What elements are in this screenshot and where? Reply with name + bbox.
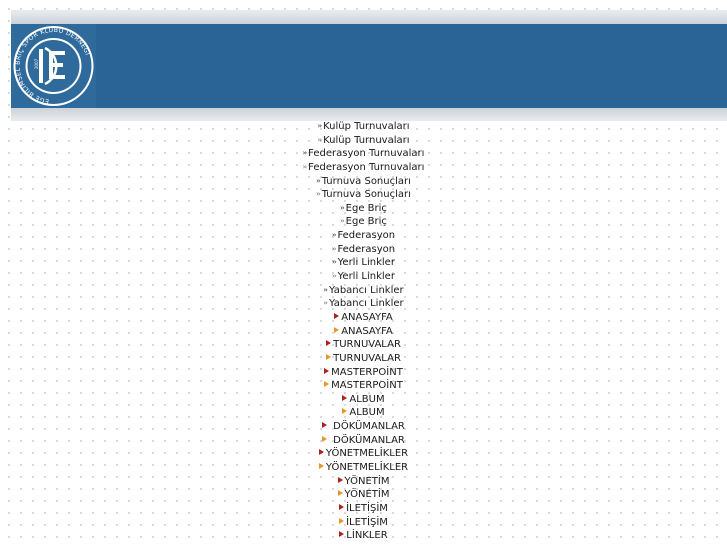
menu-item-label: LİNKLER	[346, 530, 388, 542]
menu-item-label: YÖNETİM	[344, 489, 390, 501]
red-triangle-icon	[322, 422, 328, 429]
menu-item-label: Federasyon Turnuvaları	[308, 161, 425, 173]
menu-item-label: Federasyon	[337, 243, 396, 255]
double-chevron-icon: ››	[302, 149, 308, 158]
double-chevron-icon: ››	[316, 176, 321, 185]
orange-triangle-icon	[326, 353, 332, 360]
menu-item[interactable]: ›› Kulüp Turnuvaları	[0, 120, 727, 134]
menu-item[interactable]: ›› Turnuva Sonuçları	[0, 188, 727, 202]
club-logo[interactable]: EGE BİLİMSEL BRİÇ SPOR KLUBÜ DERNEĞİ 200…	[11, 24, 96, 108]
menu-item[interactable]: LİNKLER	[0, 529, 727, 543]
double-chevron-icon: ››	[331, 244, 337, 253]
double-chevron-icon: ››	[302, 162, 308, 171]
menu-item-label: İLETİŞİM	[346, 516, 388, 528]
menu-item[interactable]: ›› Ege Briç	[0, 202, 727, 216]
orange-triangle-icon	[334, 326, 340, 333]
menu-item-label: ALBUM	[349, 393, 385, 405]
double-chevron-icon: ››	[323, 299, 328, 308]
menu-item[interactable]: YÖNETİM	[0, 475, 727, 489]
menu-item[interactable]: ›› Yerli Linkler	[0, 256, 727, 270]
menu-item-label: ANASAYFA	[341, 325, 393, 337]
menu-item[interactable]: ›› Turnuva Sonuçları	[0, 175, 727, 189]
menu-item-label: Ege Briç	[345, 202, 387, 214]
menu-item-label: Yerli Linkler	[337, 271, 395, 283]
red-triangle-icon	[318, 449, 324, 456]
double-chevron-icon: ››	[317, 122, 322, 130]
header-top-strip	[11, 10, 727, 24]
menu-item-label: Federasyon Turnuvaları	[308, 148, 425, 160]
orange-triangle-icon	[342, 408, 348, 415]
menu-item[interactable]: ›› Federasyon	[0, 229, 727, 243]
double-chevron-icon: ››	[332, 272, 337, 281]
menu-item-label: Yabancı Linkler	[328, 298, 404, 310]
menu-item-label: DÖKÜMANLAR	[333, 434, 405, 446]
menu-item[interactable]: DÖKÜMANLAR	[0, 434, 727, 448]
double-chevron-icon: ››	[332, 258, 337, 267]
orange-triangle-icon	[337, 490, 343, 497]
double-chevron-icon: ››	[317, 135, 322, 144]
menu-item-label: Ege Briç	[345, 216, 387, 228]
menu-item[interactable]: İLETİŞİM	[0, 516, 727, 530]
menu-item-label: YÖNETİM	[344, 475, 390, 487]
menu-item[interactable]: YÖNETMELİKLER	[0, 447, 727, 461]
menu-item[interactable]: ›› Ege Briç	[0, 215, 727, 229]
menu-item-label: İLETİŞİM	[346, 502, 388, 514]
menu-item[interactable]: ›› Federasyon Turnuvaları	[0, 161, 727, 175]
red-triangle-icon	[339, 531, 345, 538]
menu-item[interactable]: ›› Yabancı Linkler	[0, 297, 727, 311]
menu-item-label: ANASAYFA	[341, 311, 393, 323]
orange-triangle-icon	[324, 381, 330, 388]
menu-item[interactable]: TURNUVALAR	[0, 352, 727, 366]
menu-item[interactable]: ALBUM	[0, 406, 727, 420]
menu-item[interactable]: ›› Yabancı Linkler	[0, 284, 727, 298]
double-chevron-icon: ››	[316, 190, 321, 199]
red-triangle-icon	[326, 340, 332, 347]
menu-item[interactable]: MASTERPOİNT	[0, 366, 727, 380]
red-triangle-icon	[339, 503, 345, 510]
menu-item-label: YÖNETMELİKLER	[325, 448, 409, 460]
menu-item-label: MASTERPOİNT	[331, 380, 403, 392]
menu-item-label: MASTERPOİNT	[331, 366, 403, 378]
menu-item-label: Yabancı Linkler	[328, 284, 404, 296]
red-triangle-icon	[337, 476, 343, 483]
menu-item[interactable]: MASTERPOİNT	[0, 379, 727, 393]
menu-item[interactable]: ANASAYFA	[0, 311, 727, 325]
menu-item[interactable]: TURNUVALAR	[0, 338, 727, 352]
menu-item-label: DÖKÜMANLAR	[333, 421, 405, 433]
logo-year: 2007	[34, 58, 39, 69]
red-triangle-icon	[342, 394, 348, 401]
double-chevron-icon: ››	[331, 231, 337, 240]
orange-triangle-icon	[339, 517, 345, 524]
menu-item[interactable]: YÖNETİM	[0, 488, 727, 502]
side-menu: ›› Kulüp Turnuvaları ›› Kulüp Turnuvaları ››…	[0, 120, 727, 543]
orange-triangle-icon	[318, 463, 324, 470]
club-logo-emblem-icon: EGE BİLİMSEL BRİÇ SPOR KLUBÜ DERNEĞİ 200…	[13, 25, 94, 106]
menu-item[interactable]: İLETİŞİM	[0, 502, 727, 516]
menu-item[interactable]: DÖKÜMANLAR	[0, 420, 727, 434]
menu-item-label: Kulüp Turnuvaları	[323, 121, 410, 132]
menu-item[interactable]: ›› Federasyon	[0, 243, 727, 257]
menu-item-label: ALBUM	[349, 407, 385, 419]
double-chevron-icon: ››	[340, 203, 345, 212]
menu-item[interactable]: ANASAYFA	[0, 325, 727, 339]
double-chevron-icon: ››	[340, 217, 345, 226]
menu-item-label: Turnuva Sonuçları	[321, 175, 411, 187]
menu-item-label: Turnuva Sonuçları	[321, 189, 411, 201]
menu-item[interactable]: ›› Yerli Linkler	[0, 270, 727, 284]
menu-item-label: Federasyon	[337, 230, 396, 242]
menu-item-label: TURNUVALAR	[333, 352, 401, 364]
red-triangle-icon	[324, 367, 330, 374]
menu-item-label: TURNUVALAR	[333, 339, 401, 351]
menu-item[interactable]: ALBUM	[0, 393, 727, 407]
menu-item-label: YÖNETMELİKLER	[325, 462, 409, 474]
menu-item[interactable]: ›› Kulüp Turnuvaları	[0, 134, 727, 148]
header-banner	[11, 24, 727, 108]
menu-item-label: Kulüp Turnuvaları	[323, 134, 410, 146]
double-chevron-icon: ››	[323, 285, 328, 294]
red-triangle-icon	[334, 312, 340, 319]
orange-triangle-icon	[322, 435, 328, 442]
menu-item[interactable]: ›› Federasyon Turnuvaları	[0, 147, 727, 161]
menu-item[interactable]: YÖNETMELİKLER	[0, 461, 727, 475]
menu-item-label: Yerli Linkler	[337, 257, 395, 269]
